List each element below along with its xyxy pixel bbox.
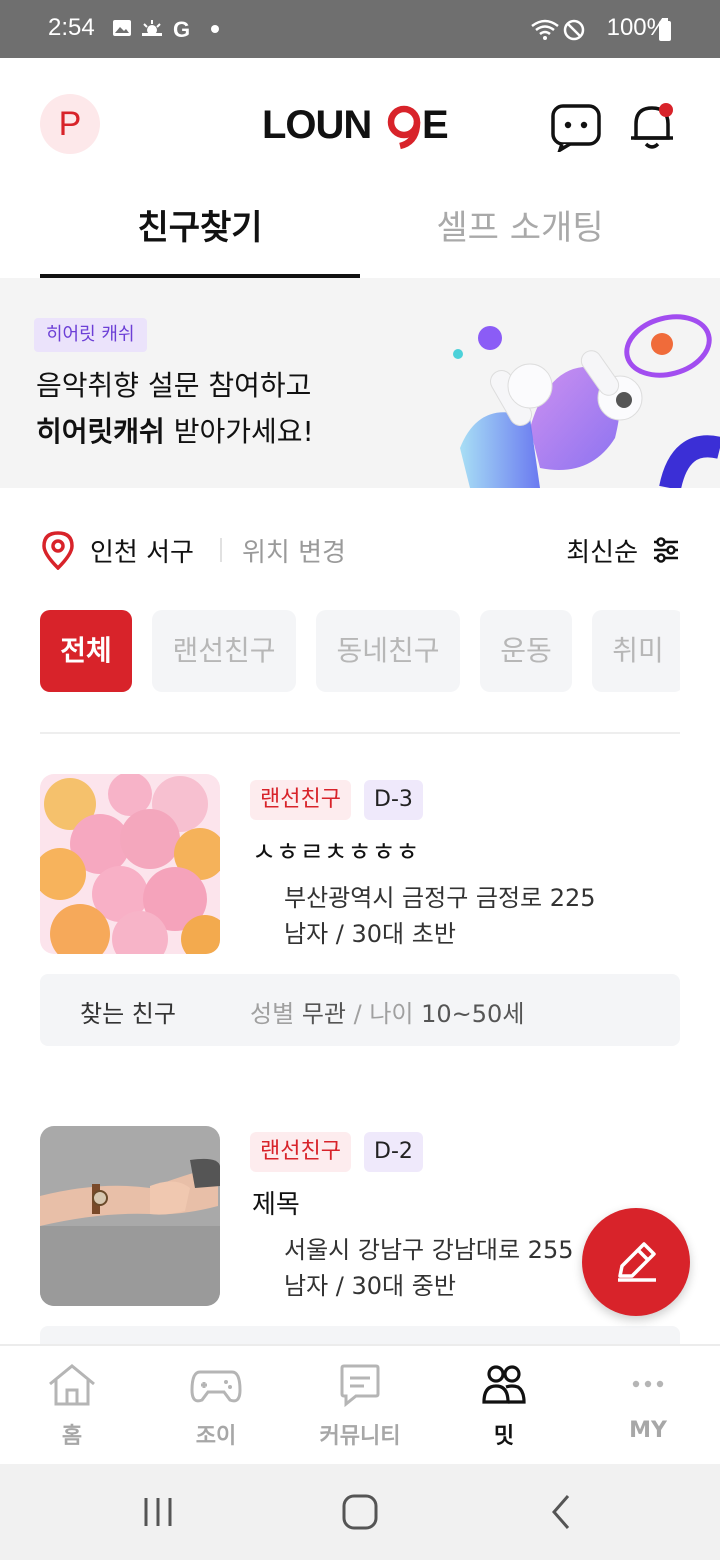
- home-icon: [49, 1364, 95, 1406]
- seek-gender-label: 성별: [250, 1000, 295, 1028]
- svg-text:E: E: [422, 103, 449, 147]
- seeking-friend-box: 찾는 친구 성별 무관 / 나이 10~50세: [40, 974, 680, 1046]
- dday-tag: D-2: [364, 1132, 423, 1172]
- filter-icon[interactable]: [652, 536, 680, 564]
- back-icon[interactable]: [542, 1492, 582, 1532]
- card-title: 제목: [252, 1190, 300, 1220]
- nav-label-meet: 밋: [493, 1424, 515, 1449]
- sort-label[interactable]: 최신순: [566, 532, 638, 569]
- location-divider: [220, 538, 222, 562]
- category-chips: 전체 랜선친구 동네친구 운동 취미: [40, 610, 680, 692]
- earbuds-illustration: [453, 314, 720, 488]
- pencil-icon: [618, 1242, 656, 1282]
- promo-banner[interactable]: 히어릿 캐쉬 음악취향 설문 참여하고 히어릿캐쉬 받아가세요!: [0, 278, 720, 488]
- section-divider: [40, 732, 680, 734]
- seek-age-label: 나이: [369, 1000, 414, 1028]
- banner-line2-rest: 받아가세요!: [164, 415, 314, 448]
- nav-label-my: MY: [629, 1418, 667, 1443]
- nav-my[interactable]: MY: [576, 1346, 720, 1466]
- home-button-icon[interactable]: [340, 1492, 380, 1532]
- dot-icon: [211, 25, 219, 33]
- battery-icon: [659, 18, 671, 41]
- status-bar: 2:54 G 100%: [0, 0, 720, 58]
- avatar-letter: P: [58, 105, 82, 143]
- location-pin-icon: [42, 531, 74, 570]
- seek-age-value: 10~50세: [421, 1000, 525, 1028]
- tab-find-friends[interactable]: 친구찾기: [40, 190, 360, 278]
- nav-label-home: 홈: [61, 1424, 83, 1449]
- card-profile: 남자 / 30대 초반: [284, 920, 456, 948]
- seeking-label: 찾는 친구: [80, 1000, 176, 1028]
- banner-line1: 음악취향 설문 참여하고: [36, 369, 312, 402]
- tab-self-blind-date[interactable]: 셀프 소개팅: [360, 190, 680, 278]
- nav-community[interactable]: 커뮤니티: [288, 1346, 432, 1466]
- location-row: 인천 서구 위치 변경 최신순: [40, 528, 680, 572]
- friend-card[interactable]: 랜선친구 D-2 제목 서울시 강남구 강남대로 255 남자 / 30대 중반: [40, 1126, 680, 1398]
- chat-icon[interactable]: [550, 100, 602, 152]
- chip-online-friend[interactable]: 랜선친구: [152, 610, 296, 692]
- banner-line2: 히어릿캐쉬 받아가세요!: [36, 410, 314, 450]
- dday-tag: D-3: [364, 780, 423, 820]
- weather-icon: [142, 20, 162, 36]
- banner-badge: 히어릿 캐쉬: [34, 318, 147, 352]
- balloons-photo: [40, 774, 220, 954]
- message-icon: [340, 1364, 380, 1408]
- dnd-icon: [563, 19, 585, 41]
- category-tag: 랜선친구: [250, 1132, 351, 1172]
- seeking-value: 성별 무관 / 나이 10~50세: [250, 1000, 525, 1028]
- chip-exercise[interactable]: 운동: [480, 610, 572, 692]
- category-tag: 랜선친구: [250, 780, 351, 820]
- system-nav-bar: [0, 1464, 720, 1560]
- people-icon: [482, 1365, 526, 1404]
- status-time: 2:54: [48, 14, 95, 41]
- chip-all[interactable]: 전체: [40, 610, 132, 692]
- notification-dot: [659, 103, 673, 117]
- more-icon: [632, 1380, 664, 1388]
- svg-text:LOUN: LOUN: [262, 103, 371, 147]
- card-title: ㅅㅎㄹㅊㅎㅎㅎ: [252, 838, 420, 868]
- lounge-logo[interactable]: LOUN E: [262, 98, 458, 150]
- gamepad-icon: [190, 1370, 242, 1403]
- nav-meet[interactable]: 밋: [432, 1346, 576, 1466]
- fist-bump-photo: [40, 1126, 220, 1306]
- avatar[interactable]: P: [40, 94, 100, 154]
- nav-home[interactable]: 홈: [0, 1346, 144, 1466]
- card-address: 서울시 강남구 강남대로 255: [284, 1236, 574, 1264]
- recent-apps-icon[interactable]: [138, 1492, 178, 1532]
- nav-label-joy: 조이: [195, 1424, 237, 1449]
- image-icon: [113, 20, 131, 36]
- nav-label-community: 커뮤니티: [319, 1424, 401, 1449]
- nav-joy[interactable]: 조이: [144, 1346, 288, 1466]
- tab-bar: 친구찾기 셀프 소개팅: [0, 190, 720, 278]
- chip-hobby[interactable]: 취미: [592, 610, 680, 692]
- svg-text:G: G: [173, 18, 190, 40]
- current-location: 인천 서구: [90, 538, 194, 568]
- wifi-icon: [531, 19, 559, 40]
- card-address: 부산광역시 금정구 금정로 225: [284, 884, 596, 912]
- google-icon: G: [173, 18, 190, 40]
- seek-gender-value: 무관: [301, 1000, 346, 1028]
- change-location-link[interactable]: 위치 변경: [242, 532, 346, 569]
- bottom-nav: 홈 조이 커뮤니티 밋 MY: [0, 1344, 720, 1464]
- card-profile: 남자 / 30대 중반: [284, 1272, 456, 1300]
- app-header: P LOUN E: [0, 58, 720, 190]
- write-post-button[interactable]: [582, 1208, 690, 1316]
- chip-local-friend[interactable]: 동네친구: [316, 610, 460, 692]
- banner-line2-bold: 히어릿캐쉬: [36, 415, 165, 448]
- bell-icon[interactable]: [628, 98, 678, 152]
- friend-card[interactable]: 랜선친구 D-3 ㅅㅎㄹㅊㅎㅎㅎ 부산광역시 금정구 금정로 225 남자 / …: [40, 774, 680, 1046]
